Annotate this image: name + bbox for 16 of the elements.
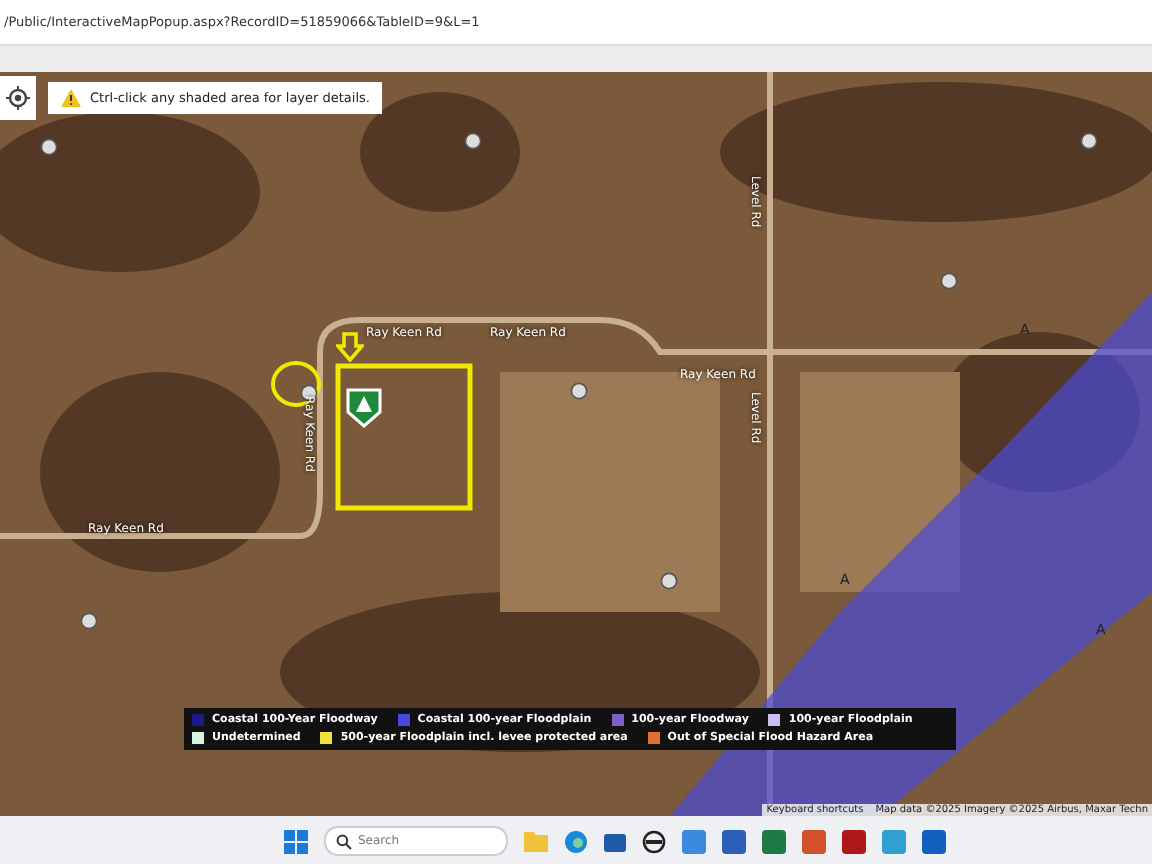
no-entry-icon[interactable] (642, 829, 666, 853)
search-icon (336, 833, 352, 849)
arrow-down-icon (336, 332, 364, 362)
warning-icon (60, 88, 82, 108)
map-marker-icon[interactable] (80, 612, 98, 630)
map-marker-icon[interactable] (570, 382, 588, 400)
browser-icon[interactable] (564, 829, 588, 853)
app-icon[interactable] (682, 829, 706, 853)
app-icon[interactable] (882, 829, 906, 853)
map-marker-icon[interactable] (40, 138, 58, 156)
windows-start-icon[interactable] (284, 829, 308, 853)
map-marker-icon[interactable] (464, 132, 482, 150)
map-marker-icon[interactable] (660, 572, 678, 590)
map-marker-icon[interactable] (1080, 132, 1098, 150)
map-marker-icon[interactable] (940, 272, 958, 290)
locate-button[interactable] (0, 76, 36, 120)
